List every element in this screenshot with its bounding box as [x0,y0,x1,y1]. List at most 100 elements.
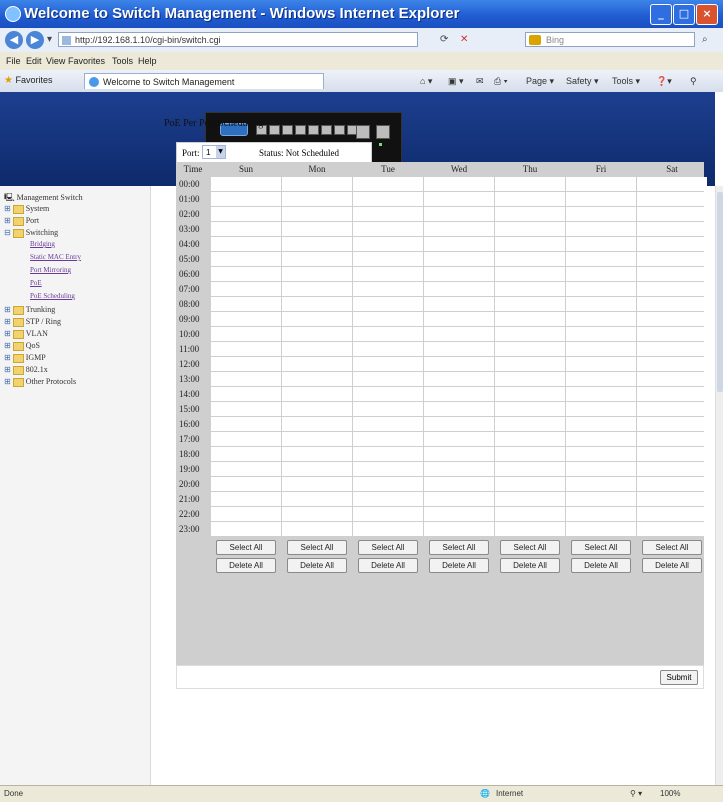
schedule-cell[interactable] [353,312,423,326]
schedule-cell[interactable] [637,432,707,446]
expand-icon[interactable]: ⊞ [4,377,11,386]
schedule-cell[interactable] [637,222,707,236]
schedule-cell[interactable] [353,237,423,251]
vertical-scrollbar[interactable] [715,186,723,785]
forward-icon[interactable]: ▶ [26,31,44,49]
schedule-cell[interactable] [424,342,494,356]
schedule-cell[interactable] [424,312,494,326]
schedule-cell[interactable] [424,237,494,251]
minimize-button[interactable]: _ [650,4,672,25]
schedule-cell[interactable] [495,357,565,371]
schedule-cell[interactable] [424,462,494,476]
schedule-cell[interactable] [353,432,423,446]
expand-icon[interactable]: ⊞ [4,305,11,314]
schedule-cell[interactable] [211,507,281,521]
schedule-cell[interactable] [637,312,707,326]
schedule-cell[interactable] [211,462,281,476]
expand-icon[interactable]: ⊞ [4,317,11,326]
schedule-cell[interactable] [495,312,565,326]
schedule-cell[interactable] [424,372,494,386]
maximize-button[interactable]: □ [673,4,695,25]
schedule-cell[interactable] [353,282,423,296]
schedule-cell[interactable] [637,327,707,341]
menu-edit[interactable]: Edit [26,56,42,66]
schedule-cell[interactable] [495,432,565,446]
schedule-cell[interactable] [282,357,352,371]
schedule-cell[interactable] [282,192,352,206]
schedule-cell[interactable] [424,207,494,221]
schedule-cell[interactable] [353,507,423,521]
schedule-cell[interactable] [495,297,565,311]
schedule-cell[interactable] [637,282,707,296]
sidebar-link-static-mac-entry[interactable]: Static MAC Entry [30,253,81,261]
safety-menu[interactable]: Safety ▾ [566,76,599,87]
schedule-cell[interactable] [282,507,352,521]
schedule-cell[interactable] [211,327,281,341]
schedule-cell[interactable] [637,252,707,266]
schedule-cell[interactable] [495,447,565,461]
schedule-cell[interactable] [566,402,636,416]
delete-all-button[interactable]: Delete All [429,558,489,573]
schedule-cell[interactable] [424,447,494,461]
schedule-cell[interactable] [282,327,352,341]
schedule-cell[interactable] [637,297,707,311]
schedule-cell[interactable] [282,282,352,296]
schedule-cell[interactable] [495,372,565,386]
delete-all-button[interactable]: Delete All [500,558,560,573]
schedule-cell[interactable] [495,387,565,401]
schedule-cell[interactable] [282,477,352,491]
schedule-cell[interactable] [566,522,636,536]
schedule-cell[interactable] [211,477,281,491]
schedule-cell[interactable] [211,432,281,446]
schedule-cell[interactable] [566,417,636,431]
sidebar-item-qos[interactable]: ⊞ QoS [4,341,40,351]
refresh-icon[interactable]: ⟳ [440,34,448,45]
browser-tab[interactable]: Welcome to Switch Management [84,73,324,89]
schedule-cell[interactable] [566,432,636,446]
expand-icon[interactable]: ⊞ [4,204,11,213]
schedule-cell[interactable] [637,192,707,206]
schedule-cell[interactable] [566,297,636,311]
schedule-cell[interactable] [211,417,281,431]
schedule-cell[interactable] [211,252,281,266]
schedule-cell[interactable] [424,192,494,206]
sidebar-item-igmp[interactable]: ⊞ IGMP [4,353,46,363]
favorites-button[interactable]: ★ Favorites [4,75,53,86]
schedule-cell[interactable] [282,267,352,281]
schedule-cell[interactable] [353,207,423,221]
schedule-cell[interactable] [282,222,352,236]
delete-all-button[interactable]: Delete All [571,558,631,573]
schedule-cell[interactable] [282,447,352,461]
schedule-cell[interactable] [637,207,707,221]
schedule-cell[interactable] [637,372,707,386]
menu-favorites[interactable]: Favorites [68,56,105,66]
schedule-cell[interactable] [282,402,352,416]
delete-all-button[interactable]: Delete All [642,558,702,573]
menu-view[interactable]: View [46,56,65,66]
sidebar-item-other-protocols[interactable]: ⊞ Other Protocols [4,377,76,387]
schedule-cell[interactable] [282,417,352,431]
schedule-cell[interactable] [566,267,636,281]
back-icon[interactable]: ◀ [5,31,23,49]
schedule-cell[interactable] [566,507,636,521]
schedule-cell[interactable] [495,207,565,221]
schedule-cell[interactable] [495,267,565,281]
sidebar-item-trunking[interactable]: ⊞ Trunking [4,305,55,315]
schedule-cell[interactable] [637,462,707,476]
schedule-cell[interactable] [282,342,352,356]
schedule-cell[interactable] [353,387,423,401]
schedule-cell[interactable] [282,237,352,251]
schedule-cell[interactable] [353,402,423,416]
schedule-cell[interactable] [637,387,707,401]
schedule-cell[interactable] [566,282,636,296]
schedule-cell[interactable] [211,282,281,296]
menu-file[interactable]: File [6,56,21,66]
schedule-cell[interactable] [353,327,423,341]
schedule-cell[interactable] [424,522,494,536]
schedule-cell[interactable] [637,417,707,431]
search-input[interactable]: Bing [525,32,695,47]
schedule-cell[interactable] [353,267,423,281]
close-button[interactable]: × [696,4,718,25]
expand-icon[interactable]: ⊞ [4,329,11,338]
schedule-cell[interactable] [282,462,352,476]
